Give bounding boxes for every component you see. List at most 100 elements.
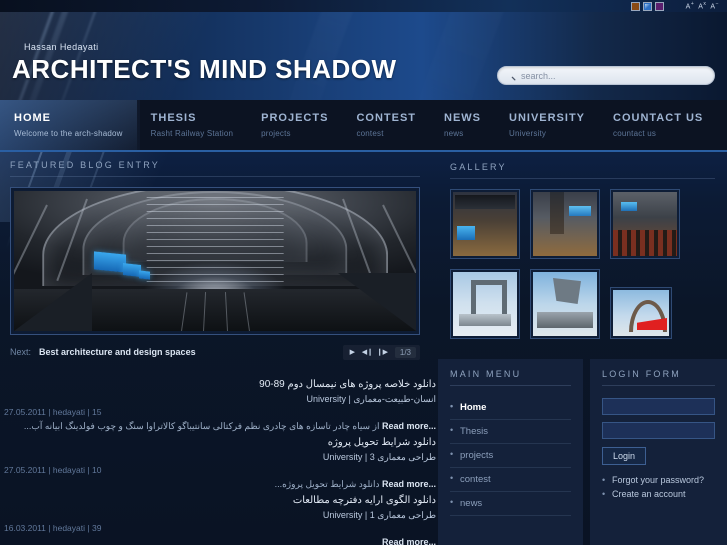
slideshow-caption-bar: Next: Best architecture and design space… bbox=[10, 343, 420, 361]
featured-section-title: FEATURED BLOG ENTRY bbox=[10, 160, 160, 170]
article-category: طراحی معماری 3 | University bbox=[322, 452, 436, 462]
article-category-fa: انسان-طبیعت-معماری bbox=[353, 394, 436, 404]
theme-swatch-brown-icon[interactable] bbox=[630, 1, 640, 11]
gallery-section-title: GALLERY bbox=[450, 162, 507, 172]
article-date: 27.05.2011 bbox=[4, 407, 46, 417]
article-excerpt-text: دانلود شرایط تحویل پروژه... bbox=[274, 479, 380, 489]
section-divider bbox=[10, 176, 420, 177]
menu-item-home[interactable]: Home bbox=[450, 396, 571, 420]
main-menu-title: MAIN MENU bbox=[450, 369, 522, 379]
article-item: دانلود خلاصه پروژه های نیمسال دوم 89-90 … bbox=[4, 377, 436, 433]
play-button[interactable]: ▶ bbox=[347, 347, 358, 358]
menu-item-contest[interactable]: contest bbox=[450, 468, 571, 492]
gallery-grid bbox=[450, 189, 715, 339]
article-category-en: University bbox=[322, 510, 363, 520]
nav-label: THESIS bbox=[150, 112, 197, 124]
next-button[interactable]: ❙▶ bbox=[377, 347, 388, 358]
section-divider bbox=[450, 385, 571, 386]
gallery-image bbox=[613, 192, 677, 256]
nav-label: CONTEST bbox=[356, 112, 416, 124]
main-menu-panel: MAIN MENU Home Thesis projects contest n… bbox=[438, 359, 583, 545]
nav-item-contact-us[interactable]: COUNTACT US countact us bbox=[599, 100, 717, 150]
forgot-password-link[interactable]: Forgot your password? bbox=[602, 473, 715, 487]
gallery-thumb-1[interactable] bbox=[450, 189, 520, 259]
login-button[interactable]: Login bbox=[602, 447, 647, 465]
article-date: 27.05.2011 bbox=[4, 465, 46, 475]
info-screen bbox=[138, 270, 150, 280]
top-utility-bar: A+ Ax A− bbox=[0, 0, 727, 12]
article-title[interactable]: دانلود شرایط تحویل پروژه bbox=[4, 435, 436, 450]
gallery-thumb-5[interactable] bbox=[530, 269, 600, 339]
article-excerpt-text: از سیاه چادر تاسازه های چادری نظم فرکتال… bbox=[23, 421, 380, 431]
font-decrease-button[interactable]: A− bbox=[710, 1, 719, 10]
nav-item-news[interactable]: NEWS news bbox=[430, 100, 495, 150]
article-category: انسان-طبیعت-معماری | University bbox=[306, 394, 436, 404]
main-navigation: HOME Welcome to the arch-shadow THESIS R… bbox=[0, 100, 727, 152]
section-divider bbox=[450, 178, 715, 179]
decorative-ray bbox=[397, 12, 513, 100]
article-excerpt: Read more... bbox=[4, 535, 436, 545]
slideshow-image bbox=[14, 191, 416, 331]
site-header: Hassan Hedayati ARCHITECT'S MIND SHADOW bbox=[0, 12, 727, 100]
search-input[interactable] bbox=[521, 70, 706, 81]
article-title[interactable]: دانلود خلاصه پروژه های نیمسال دوم 89-90 bbox=[4, 377, 436, 392]
theme-swatch-blue-icon[interactable] bbox=[642, 1, 652, 11]
font-increase-button[interactable]: A+ bbox=[686, 1, 695, 10]
nav-item-projects[interactable]: PROJECTS projects bbox=[247, 100, 342, 150]
slideshow-controls: ▶ ◀❙ ❙▶ 1/3 bbox=[342, 344, 420, 360]
article-author: hedayati bbox=[52, 465, 86, 475]
article-author: hedayati bbox=[52, 523, 86, 533]
create-account-link[interactable]: Create an account bbox=[602, 487, 715, 501]
menu-item-thesis[interactable]: Thesis bbox=[450, 420, 571, 444]
article-category-en: University bbox=[322, 452, 363, 462]
gallery-thumb-3[interactable] bbox=[610, 189, 680, 259]
font-size-controls: A+ Ax A− bbox=[686, 1, 719, 10]
menu-item-projects[interactable]: projects bbox=[450, 444, 571, 468]
password-field[interactable] bbox=[602, 422, 715, 439]
nav-label: HOME bbox=[14, 112, 51, 124]
next-entry-title[interactable]: Best architecture and design spaces bbox=[39, 347, 196, 357]
gallery-thumb-2[interactable] bbox=[530, 189, 600, 259]
nav-item-thesis[interactable]: THESIS Rasht Railway Station bbox=[137, 100, 247, 150]
read-more-link[interactable]: Read more... bbox=[382, 419, 436, 433]
site-title: ARCHITECT'S MIND SHADOW bbox=[12, 54, 397, 84]
login-form-title: LOGIN FORM bbox=[602, 369, 682, 379]
nav-label: UNIVERSITY bbox=[509, 112, 586, 124]
font-reset-button[interactable]: Ax bbox=[698, 1, 706, 10]
next-label: Next: bbox=[10, 347, 32, 357]
article-category-fa: طراحی معماری 1 bbox=[369, 510, 436, 520]
section-divider bbox=[602, 385, 715, 386]
theme-swatch-purple-icon[interactable] bbox=[654, 1, 664, 11]
gallery-image bbox=[533, 272, 597, 336]
nav-sublabel: contest bbox=[356, 129, 384, 138]
search-box[interactable] bbox=[497, 66, 715, 85]
menu-item-news[interactable]: news bbox=[450, 492, 571, 516]
previous-button[interactable]: ◀❙ bbox=[362, 347, 373, 358]
author-byline: Hassan Hedayati bbox=[24, 42, 99, 52]
roof-truss bbox=[146, 196, 284, 284]
nav-sublabel: University bbox=[509, 129, 547, 138]
article-meta: 27.05.2011 | hedayati | 10 bbox=[4, 465, 102, 475]
nav-sublabel: countact us bbox=[613, 129, 657, 138]
read-more-link[interactable]: Read more... bbox=[382, 477, 436, 491]
nav-sublabel: projects bbox=[261, 129, 291, 138]
login-links: Forgot your password? Create an account bbox=[602, 473, 715, 501]
username-field[interactable] bbox=[602, 397, 715, 415]
search-icon bbox=[511, 76, 516, 81]
nav-item-university[interactable]: UNIVERSITY University bbox=[495, 100, 599, 150]
article-item: دانلود الگوی ارایه دفترچه مطالعات طراحی … bbox=[4, 493, 436, 545]
read-more-link[interactable]: Read more... bbox=[382, 535, 436, 545]
main-content: FEATURED BLOG ENTRY Next: Best architect… bbox=[0, 152, 727, 545]
article-title[interactable]: دانلود الگوی ارایه دفترچه مطالعات bbox=[4, 493, 436, 508]
featured-blog-entry-panel: FEATURED BLOG ENTRY Next: Best architect… bbox=[10, 160, 420, 361]
nav-label: PROJECTS bbox=[261, 112, 329, 124]
font-increase-sup: + bbox=[690, 1, 695, 8]
font-reset-sup: x bbox=[703, 1, 707, 8]
slideshow-frame[interactable] bbox=[10, 187, 420, 335]
nav-item-contest[interactable]: CONTEST contest bbox=[342, 100, 430, 150]
theme-swatches bbox=[630, 1, 664, 11]
nav-item-home[interactable]: HOME Welcome to the arch-shadow bbox=[0, 100, 137, 150]
nav-label: COUNTACT US bbox=[613, 112, 704, 124]
gallery-thumb-4[interactable] bbox=[450, 269, 520, 339]
gallery-thumb-6[interactable] bbox=[610, 287, 672, 339]
